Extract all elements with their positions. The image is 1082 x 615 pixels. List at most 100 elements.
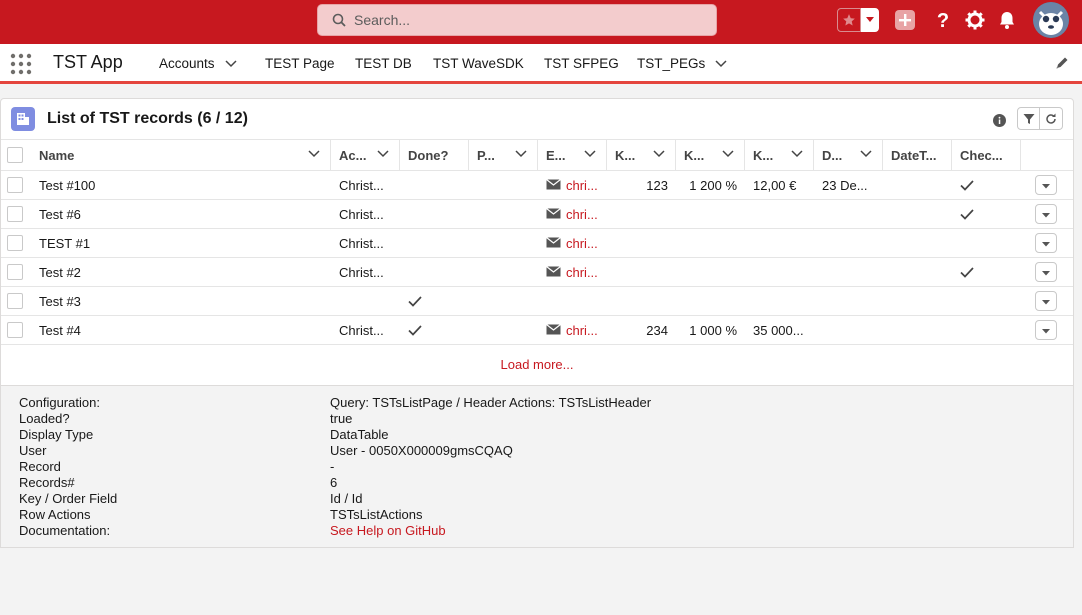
row-select-checkbox[interactable] bbox=[7, 177, 23, 193]
cell-k2: 1 000 % bbox=[689, 322, 737, 338]
info-icon[interactable] bbox=[993, 114, 1006, 130]
email-value[interactable]: chri... bbox=[566, 236, 598, 251]
chevron-down-icon[interactable] bbox=[860, 150, 872, 158]
chevron-down-icon[interactable] bbox=[308, 150, 320, 158]
cell-account[interactable]: Christ... bbox=[339, 316, 399, 344]
cell-account[interactable]: Christ... bbox=[339, 200, 399, 228]
bell-icon[interactable] bbox=[996, 9, 1018, 31]
cell-email[interactable]: chri... bbox=[546, 316, 606, 344]
cell-k2: 1 200 % bbox=[689, 177, 737, 193]
cell-account[interactable]: Christ... bbox=[339, 229, 399, 257]
chevron-down-icon[interactable] bbox=[225, 59, 237, 68]
row-actions-button[interactable] bbox=[1035, 320, 1057, 340]
nav-item-test-page[interactable]: TEST Page bbox=[265, 56, 335, 71]
chevron-down-icon[interactable] bbox=[715, 59, 727, 68]
debug-label: Loaded? bbox=[19, 411, 70, 426]
load-more-link[interactable]: Load more... bbox=[1, 357, 1073, 372]
row-select-checkbox[interactable] bbox=[7, 264, 23, 280]
email-value[interactable]: chri... bbox=[566, 323, 598, 338]
app-launcher-icon[interactable] bbox=[10, 53, 32, 75]
column-header-d[interactable]: D... bbox=[814, 140, 883, 171]
select-all-checkbox[interactable] bbox=[7, 147, 23, 163]
cell-name[interactable]: Test #100 bbox=[39, 171, 329, 199]
column-header-account[interactable]: Ac... bbox=[331, 140, 400, 171]
debug-label: Documentation: bbox=[19, 523, 111, 538]
gear-icon[interactable] bbox=[964, 9, 986, 31]
cell-name[interactable]: Test #2 bbox=[39, 258, 329, 286]
row-actions-button[interactable] bbox=[1035, 291, 1057, 311]
cell-k3 bbox=[753, 287, 813, 315]
chevron-down-icon[interactable] bbox=[653, 150, 665, 158]
plus-icon[interactable] bbox=[894, 9, 916, 31]
row-actions-button[interactable] bbox=[1035, 233, 1057, 253]
cell-name[interactable]: TEST #1 bbox=[39, 229, 329, 257]
nav-item-tst-wavesdk[interactable]: TST WaveSDK bbox=[433, 56, 524, 71]
column-header-k3[interactable]: K... bbox=[745, 140, 814, 171]
email-value[interactable]: chri... bbox=[566, 207, 598, 222]
row-select-checkbox[interactable] bbox=[7, 235, 23, 251]
cell-email[interactable]: chri... bbox=[546, 229, 606, 257]
cell-email[interactable]: chri... bbox=[546, 258, 606, 286]
column-header-p[interactable]: P... bbox=[469, 140, 538, 171]
column-header-datetime[interactable]: DateT... bbox=[883, 140, 952, 171]
column-header-k2[interactable]: K... bbox=[676, 140, 745, 171]
table-row: Test #4 Christ... chri... 234 1 000 % 35 000.… bbox=[1, 316, 1073, 345]
column-header-done[interactable]: Done? bbox=[400, 140, 469, 171]
email-value[interactable]: chri... bbox=[566, 178, 598, 193]
column-header-email[interactable]: E... bbox=[538, 140, 607, 171]
cell-account[interactable]: Christ... bbox=[339, 171, 399, 199]
favorites-control[interactable] bbox=[837, 8, 879, 32]
chevron-down-icon[interactable] bbox=[515, 150, 527, 158]
filter-icon[interactable] bbox=[1017, 107, 1040, 130]
chevron-down-icon[interactable] bbox=[584, 150, 596, 158]
cell-email[interactable]: chri... bbox=[546, 171, 606, 199]
email-value[interactable]: chri... bbox=[566, 265, 598, 280]
nav-item-label: Accounts bbox=[159, 56, 215, 71]
column-header-name[interactable]: Name bbox=[31, 140, 331, 171]
nav-item-tst-sfpeg[interactable]: TST SFPEG bbox=[544, 56, 619, 71]
cell-name[interactable]: Test #3 bbox=[39, 287, 329, 315]
cell-email[interactable]: chri... bbox=[546, 200, 606, 228]
email-icon bbox=[546, 178, 566, 193]
cell-k2 bbox=[676, 287, 745, 315]
documentation-link[interactable]: See Help on GitHub bbox=[330, 523, 446, 538]
check-icon bbox=[960, 258, 980, 286]
refresh-icon[interactable] bbox=[1040, 107, 1063, 130]
app-navigation: TST App Accounts TEST Page TEST DB TST W… bbox=[0, 44, 1082, 84]
avatar[interactable] bbox=[1033, 2, 1069, 38]
row-actions-button[interactable] bbox=[1035, 204, 1057, 224]
check-icon bbox=[408, 316, 428, 344]
cell-account[interactable]: Christ... bbox=[339, 258, 399, 286]
nav-item-test-db[interactable]: TEST DB bbox=[355, 56, 412, 71]
cell-name[interactable]: Test #6 bbox=[39, 200, 329, 228]
help-icon[interactable]: ? bbox=[932, 9, 954, 31]
cell-account[interactable] bbox=[339, 287, 399, 315]
search-icon bbox=[332, 13, 346, 27]
row-select-checkbox[interactable] bbox=[7, 322, 23, 338]
global-header: Search... ? bbox=[0, 0, 1082, 44]
row-actions-button[interactable] bbox=[1035, 262, 1057, 282]
table-header: Name Ac... Done? P... E... K... K... K..… bbox=[1, 139, 1073, 171]
nav-item-accounts[interactable]: Accounts bbox=[159, 56, 237, 71]
nav-item-tst-pegs[interactable]: TST_PEGs bbox=[637, 56, 727, 71]
cell-date: 23 De... bbox=[822, 177, 868, 193]
check-icon bbox=[960, 200, 980, 228]
chevron-down-icon[interactable] bbox=[377, 150, 389, 158]
debug-label: Row Actions bbox=[19, 507, 91, 522]
chevron-down-icon[interactable] bbox=[861, 8, 879, 32]
search-placeholder: Search... bbox=[354, 12, 411, 28]
column-header-checkbox[interactable]: Chec... bbox=[952, 140, 1021, 171]
row-actions-button[interactable] bbox=[1035, 175, 1057, 195]
star-icon[interactable] bbox=[837, 8, 861, 32]
chevron-down-icon[interactable] bbox=[791, 150, 803, 158]
column-header-k1[interactable]: K... bbox=[607, 140, 676, 171]
debug-value: Query: TSTsListPage / Header Actions: TS… bbox=[330, 395, 652, 410]
row-select-checkbox[interactable] bbox=[7, 293, 23, 309]
global-search-input[interactable]: Search... bbox=[317, 4, 717, 36]
cell-name[interactable]: Test #4 bbox=[39, 316, 329, 344]
edit-nav-icon[interactable] bbox=[1055, 56, 1069, 73]
cell-k3: 12,00 € bbox=[753, 177, 797, 193]
row-select-checkbox[interactable] bbox=[7, 206, 23, 222]
chevron-down-icon[interactable] bbox=[722, 150, 734, 158]
debug-label: Records# bbox=[19, 475, 75, 490]
